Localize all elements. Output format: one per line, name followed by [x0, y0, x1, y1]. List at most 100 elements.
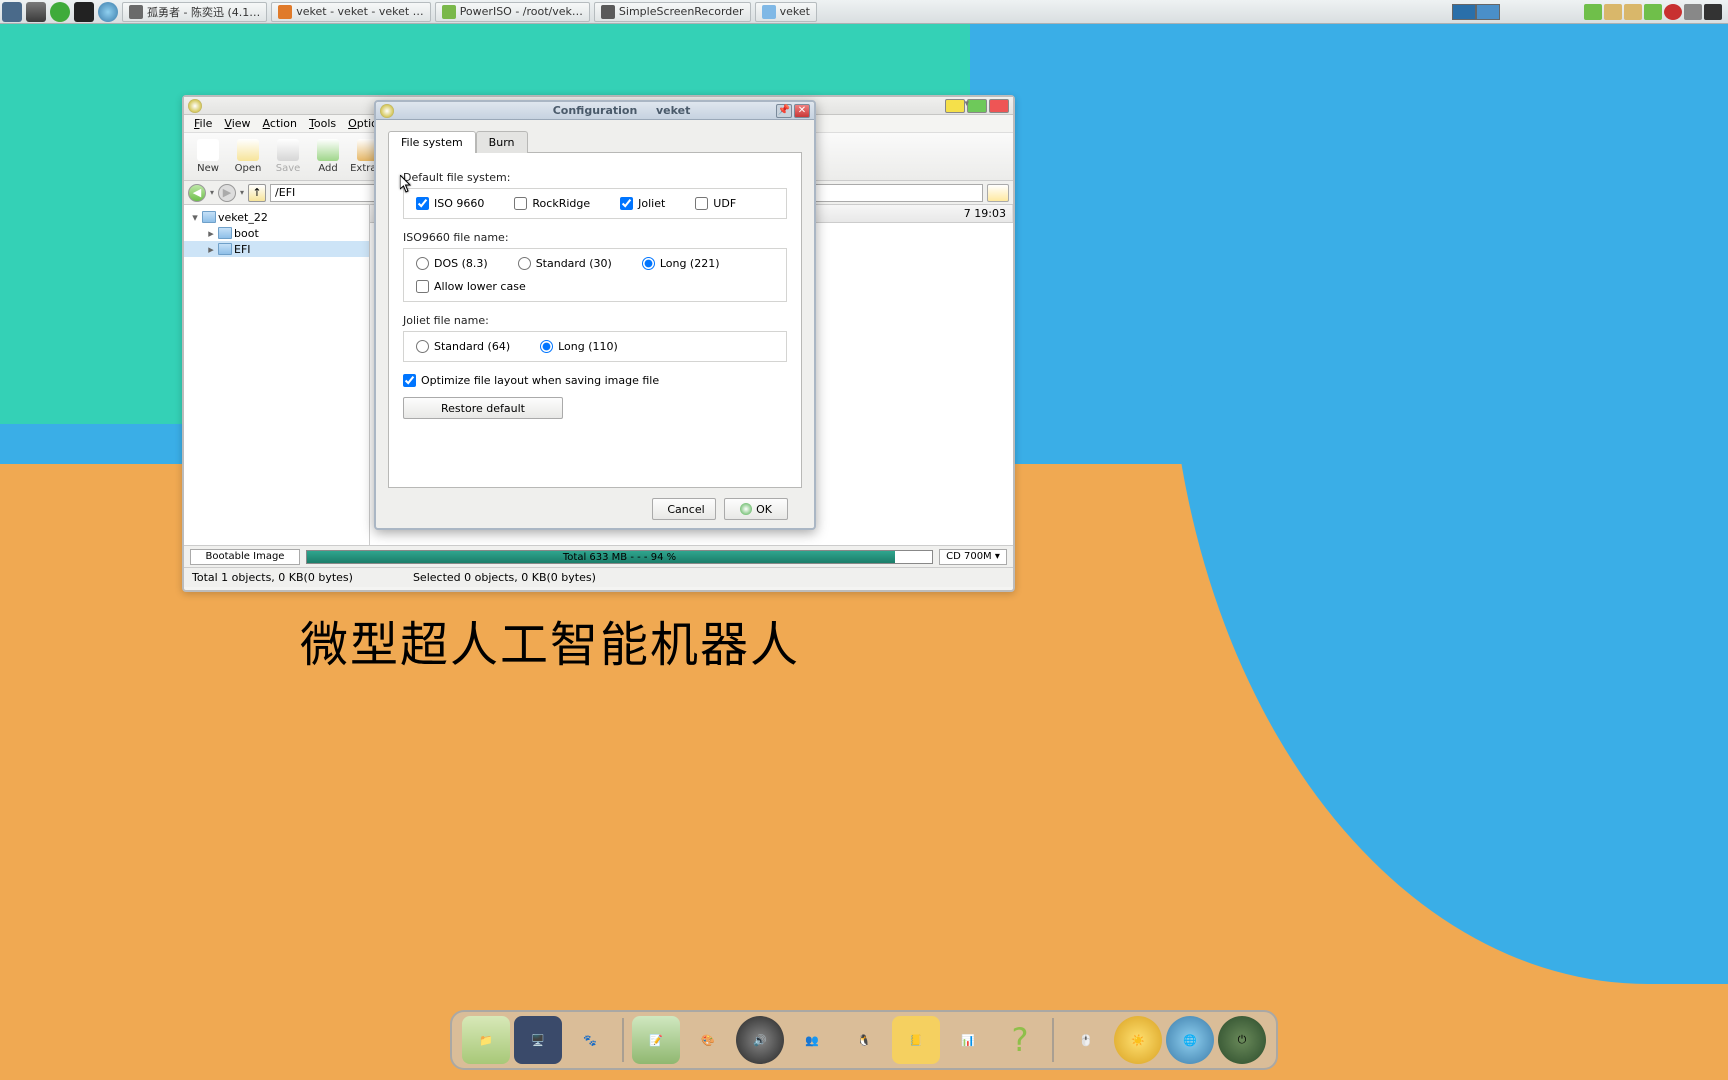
tray-record-icon[interactable] [1664, 4, 1682, 20]
tree-item[interactable]: ▸ EFI [184, 241, 369, 257]
task-ssr[interactable]: SimpleScreenRecorder [594, 2, 751, 22]
dock-monitor-icon[interactable]: 🖥️ [514, 1016, 562, 1064]
dock-notes-icon[interactable]: 📒 [892, 1016, 940, 1064]
up-button[interactable]: ↑ [248, 184, 266, 202]
radio-label: Long (221) [660, 257, 720, 270]
dock-power-icon[interactable]: ⏻ [1218, 1016, 1266, 1064]
checkbox-label: Allow lower case [434, 280, 526, 293]
dock-editor-icon[interactable]: 📝 [632, 1016, 680, 1064]
tray-shield-icon[interactable] [1584, 4, 1602, 20]
system-tray [1452, 4, 1728, 20]
dock-files-icon[interactable]: 📁 [462, 1016, 510, 1064]
radio-dos-8-3-[interactable]: DOS (8.3) [416, 257, 488, 270]
task-icon [442, 5, 456, 19]
dock-globe-icon[interactable]: 🌐 [1166, 1016, 1214, 1064]
expand-icon[interactable]: ▸ [206, 227, 216, 240]
shade-icon[interactable]: ▾ [964, 99, 969, 109]
btn-open-icon [237, 139, 259, 161]
radio-label: Standard (64) [434, 340, 510, 353]
dialog-close-button[interactable]: ✕ [794, 104, 810, 118]
status-bar: Bootable Image Total 633 MB - - - 94 % C… [184, 545, 1013, 567]
dock-pet-icon[interactable]: 🐾 [566, 1016, 614, 1064]
back-button[interactable]: ◀ [188, 184, 206, 202]
top-panel: 孤勇者 - 陈奕迅 (4.1…veket - veket - veket …Po… [0, 0, 1728, 24]
checkbox-label: ISO 9660 [434, 197, 484, 210]
tray-keyboard-icon[interactable] [1704, 4, 1722, 20]
media-select[interactable]: CD 700M ▾ [939, 549, 1007, 565]
dock-hardware-icon[interactable]: 🖱️ [1062, 1016, 1110, 1064]
cancel-button[interactable]: Cancel [652, 498, 716, 520]
menu-view[interactable]: View [220, 116, 254, 131]
toolbar-label: Save [276, 163, 301, 174]
checkbox-optimize[interactable]: Optimize file layout when saving image f… [403, 374, 787, 387]
tab-burn[interactable]: Burn [476, 131, 528, 153]
task-icon [278, 5, 292, 19]
folder-tree[interactable]: ▾veket_22▸boot▸EFI [184, 205, 370, 545]
btn-new[interactable]: New [188, 135, 228, 179]
size-progress: Total 633 MB - - - 94 % [306, 550, 933, 564]
launcher-icon[interactable] [2, 2, 22, 22]
browse-button[interactable] [987, 184, 1009, 202]
tree-label: EFI [234, 243, 251, 256]
tray-volume-icon[interactable] [1684, 4, 1702, 20]
restore-default-button[interactable]: Restore default [403, 397, 563, 419]
minimize-button[interactable] [945, 99, 965, 113]
dock-chart-icon[interactable]: 📊 [944, 1016, 992, 1064]
checkbox-joliet[interactable]: Joliet [620, 197, 665, 210]
pin-button[interactable]: 📌 [776, 104, 792, 118]
task-filemgr[interactable]: veket [755, 2, 817, 22]
radio-long-221-[interactable]: Long (221) [642, 257, 720, 270]
radio-standard-64-[interactable]: Standard (64) [416, 340, 510, 353]
workspace-switcher[interactable] [1452, 4, 1500, 20]
ok-button[interactable]: OK [724, 498, 788, 520]
status-selected: Selected 0 objects, 0 KB(0 bytes) [413, 571, 596, 584]
menu-action[interactable]: Action [259, 116, 301, 131]
toolbar-label: Add [318, 163, 337, 174]
task-label: veket [780, 5, 810, 18]
close-button[interactable] [989, 99, 1009, 113]
dock-media-icon[interactable]: 🔊 [736, 1016, 784, 1064]
radio-standard-30-[interactable]: Standard (30) [518, 257, 612, 270]
dock-help-icon[interactable]: ? [996, 1016, 1044, 1064]
checkbox-allow-lower[interactable]: Allow lower case [416, 280, 774, 293]
maximize-button[interactable] [967, 99, 987, 113]
checkbox-udf[interactable]: UDF [695, 197, 736, 210]
tree-item[interactable]: ▸boot [184, 225, 369, 241]
label-joliet-name: Joliet file name: [403, 314, 787, 327]
radio-long-110-[interactable]: Long (110) [540, 340, 618, 353]
launcher-icon[interactable] [26, 2, 46, 22]
dock-paint-icon[interactable]: 🎨 [684, 1016, 732, 1064]
tray-task-icon[interactable] [1624, 4, 1642, 20]
menu-tools[interactable]: Tools [305, 116, 340, 131]
expand-icon[interactable]: ▸ [206, 243, 216, 256]
launcher-icon[interactable] [74, 2, 94, 22]
toolbar-label: New [197, 163, 219, 174]
tab-file-system[interactable]: File system [388, 131, 476, 153]
folder-icon [218, 227, 232, 239]
checkbox-rockridge[interactable]: RockRidge [514, 197, 590, 210]
task-poweriso[interactable]: PowerISO - /root/vek… [435, 2, 590, 22]
tray-clipboard-icon[interactable] [1604, 4, 1622, 20]
dialog-titlebar[interactable]: Configuration veket 📌 ✕ [376, 102, 814, 120]
checkbox-label: RockRidge [532, 197, 590, 210]
task-firefox[interactable]: veket - veket - veket … [271, 2, 430, 22]
dock-linux-icon[interactable]: 🐧 [840, 1016, 888, 1064]
expand-icon[interactable]: ▾ [190, 211, 200, 224]
dialog-app-icon [380, 104, 394, 118]
tree-item[interactable]: ▾veket_22 [184, 209, 369, 225]
btn-save: Save [268, 135, 308, 179]
task-music[interactable]: 孤勇者 - 陈奕迅 (4.1… [122, 2, 267, 22]
ok-icon [740, 503, 752, 515]
menu-file[interactable]: File [190, 116, 216, 131]
btn-add-icon [317, 139, 339, 161]
dock-users-icon[interactable]: 👥 [788, 1016, 836, 1064]
tray-battery-icon[interactable] [1644, 4, 1662, 20]
forward-button[interactable]: ▶ [218, 184, 236, 202]
checkbox-iso-9660[interactable]: ISO 9660 [416, 197, 484, 210]
launcher-icon[interactable] [98, 2, 118, 22]
btn-open[interactable]: Open [228, 135, 268, 179]
launcher-icon[interactable] [50, 2, 70, 22]
bootable-badge: Bootable Image [190, 549, 300, 565]
btn-add[interactable]: Add [308, 135, 348, 179]
dock-brightness-icon[interactable]: ☀️ [1114, 1016, 1162, 1064]
